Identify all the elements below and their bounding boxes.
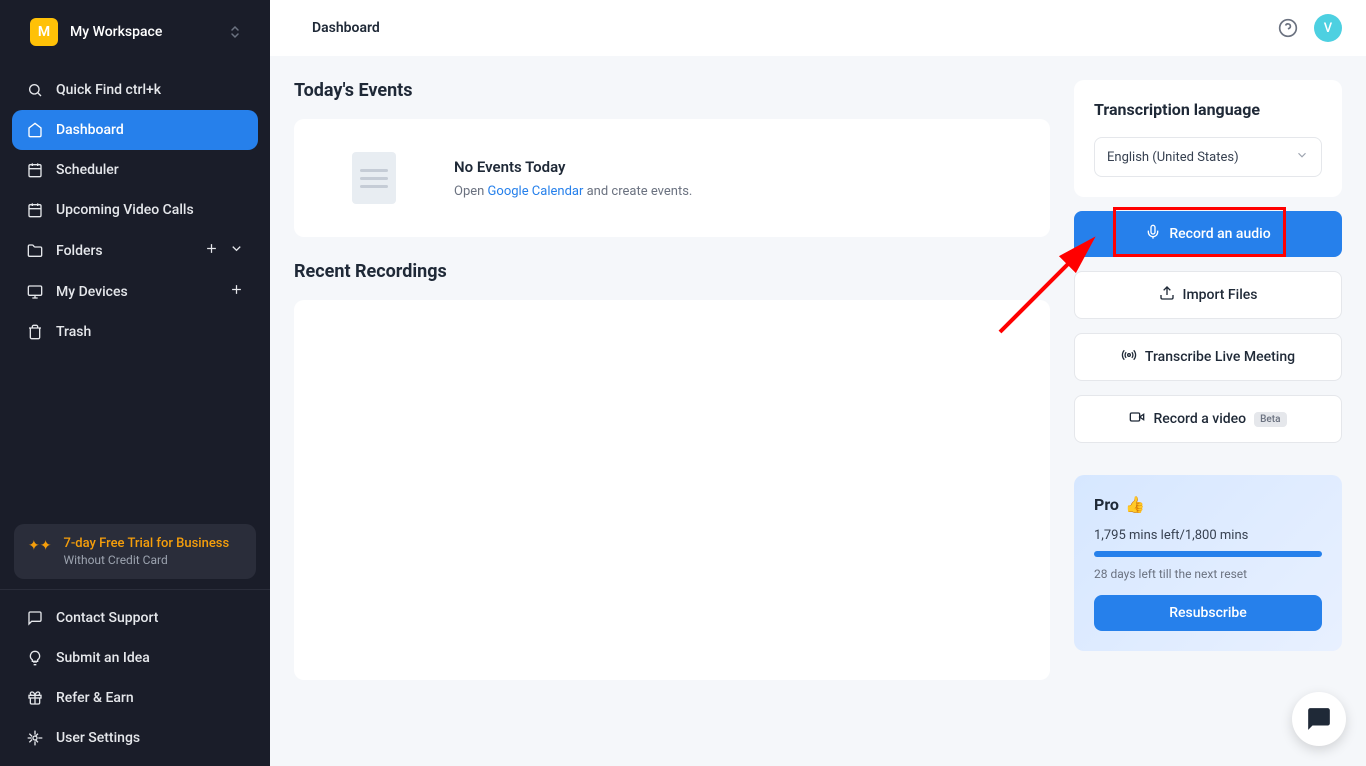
plus-icon[interactable] <box>204 241 219 260</box>
sidebar-item-dashboard[interactable]: Dashboard <box>12 110 258 150</box>
sidebar-item-contact[interactable]: Contact Support <box>12 598 258 638</box>
sidebar-item-submit-idea[interactable]: Submit an Idea <box>12 638 258 678</box>
sidebar-item-label: Submit an Idea <box>56 650 150 666</box>
pro-card: Pro 👍 1,795 mins left/1,800 mins 28 days… <box>1074 475 1342 651</box>
events-title: Today's Events <box>294 80 1050 101</box>
lang-title: Transcription language <box>1094 100 1322 119</box>
sidebar-item-folders[interactable]: Folders <box>12 230 258 271</box>
no-events-heading: No Events Today <box>454 158 692 176</box>
import-files-button[interactable]: Import Files <box>1074 271 1342 319</box>
calendar-icon <box>26 161 44 179</box>
trial-card[interactable]: ✦✦ 7-day Free Trial for Business Without… <box>14 524 256 579</box>
mic-icon <box>1145 224 1161 244</box>
chevron-down-icon[interactable] <box>229 241 244 260</box>
plus-icon[interactable] <box>229 282 244 301</box>
transcription-language-card: Transcription language English (United S… <box>1074 80 1342 197</box>
sidebar-item-trash[interactable]: Trash <box>12 312 258 352</box>
chat-widget[interactable] <box>1292 692 1346 746</box>
beta-badge: Beta <box>1254 412 1286 427</box>
progress-bar <box>1094 551 1322 557</box>
trial-title: 7-day Free Trial for Business <box>63 536 229 551</box>
record-audio-button[interactable]: Record an audio <box>1074 211 1342 257</box>
transcribe-live-button[interactable]: Transcribe Live Meeting <box>1074 333 1342 381</box>
calendar-check-icon <box>26 201 44 219</box>
sidebar-item-label: My Devices <box>56 284 128 300</box>
broadcast-icon <box>1121 347 1137 367</box>
recordings-section: Recent Recordings <box>294 261 1050 680</box>
search-icon <box>26 81 44 99</box>
chat-icon <box>26 609 44 627</box>
sidebar-item-label: Dashboard <box>56 122 124 138</box>
quick-find[interactable]: Quick Find ctrl+k <box>12 70 258 110</box>
main-content: Dashboard V Today's Events <box>270 0 1366 766</box>
sidebar-item-upcoming[interactable]: Upcoming Video Calls <box>12 190 258 230</box>
page-title: Dashboard <box>312 20 380 36</box>
record-video-button[interactable]: Record a video Beta <box>1074 395 1342 443</box>
events-card: No Events Today Open Google Calendar and… <box>294 119 1050 237</box>
folder-icon <box>26 242 44 260</box>
topbar: Dashboard V <box>270 0 1366 56</box>
button-label: Transcribe Live Meeting <box>1145 349 1295 365</box>
recordings-body <box>294 300 1050 680</box>
sidebar-item-scheduler[interactable]: Scheduler <box>12 150 258 190</box>
chevron-down-icon <box>1295 148 1309 166</box>
button-label: Record an audio <box>1169 226 1270 242</box>
gear-icon <box>26 729 44 747</box>
sidebar-item-label: User Settings <box>56 730 140 746</box>
language-select[interactable]: English (United States) <box>1094 137 1322 177</box>
sidebar-item-label: Contact Support <box>56 610 158 626</box>
video-icon <box>1129 409 1145 429</box>
chevron-updown-icon <box>230 25 240 39</box>
recordings-title: Recent Recordings <box>294 261 1050 282</box>
sidebar-item-label: Upcoming Video Calls <box>56 202 194 218</box>
resubscribe-button[interactable]: Resubscribe <box>1094 595 1322 631</box>
document-illustration <box>334 143 414 213</box>
sidebar-item-refer[interactable]: Refer & Earn <box>12 678 258 718</box>
sidebar-item-label: Folders <box>56 243 103 259</box>
pro-minutes: 1,795 mins left/1,800 mins <box>1094 528 1322 543</box>
events-section: Today's Events No Events Today Open Goog… <box>294 80 1050 237</box>
sidebar-item-label: Scheduler <box>56 162 119 178</box>
trash-icon <box>26 323 44 341</box>
thumbs-up-icon: 👍 <box>1125 495 1145 514</box>
workspace-name: My Workspace <box>70 24 162 40</box>
quick-find-label: Quick Find ctrl+k <box>56 82 161 98</box>
bulb-icon <box>26 649 44 667</box>
avatar[interactable]: V <box>1314 14 1342 42</box>
pro-title: Pro 👍 <box>1094 495 1322 514</box>
sparkle-icon: ✦✦ <box>28 538 51 554</box>
selected-language: English (United States) <box>1107 150 1239 165</box>
sidebar-item-settings[interactable]: User Settings <box>12 718 258 758</box>
devices-icon <box>26 283 44 301</box>
gift-icon <box>26 689 44 707</box>
sidebar-item-devices[interactable]: My Devices <box>12 271 258 312</box>
button-label: Record a video <box>1153 411 1246 427</box>
pro-days: 28 days left till the next reset <box>1094 567 1322 581</box>
home-icon <box>26 121 44 139</box>
sidebar-item-label: Refer & Earn <box>56 690 134 706</box>
workspace-selector[interactable]: M My Workspace <box>0 0 270 64</box>
trial-subtitle: Without Credit Card <box>63 553 229 567</box>
google-calendar-link[interactable]: Google Calendar <box>488 184 584 199</box>
workspace-icon: M <box>30 18 58 46</box>
button-label: Import Files <box>1183 287 1258 303</box>
help-icon[interactable] <box>1278 18 1298 38</box>
sidebar: M My Workspace Quick Find ctrl+k Dashboa… <box>0 0 270 766</box>
events-subtext: Open Google Calendar and create events. <box>454 184 692 199</box>
sidebar-item-label: Trash <box>56 324 91 340</box>
upload-icon <box>1159 285 1175 305</box>
